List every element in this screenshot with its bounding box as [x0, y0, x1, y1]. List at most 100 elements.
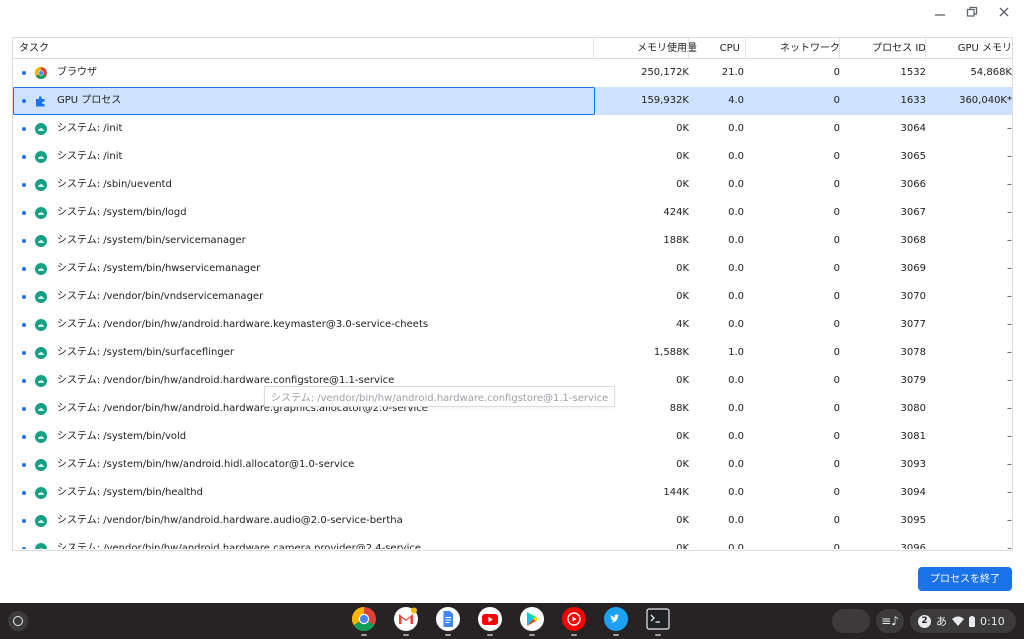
memory-value: 0K [676, 515, 689, 526]
header-network[interactable]: ネットワーク [780, 38, 840, 58]
pid-value: 3078 [900, 347, 926, 358]
status-dot [22, 295, 26, 299]
cpu-value: 0.0 [728, 319, 744, 330]
column-divider [925, 38, 926, 58]
chrome-icon[interactable] [351, 607, 376, 636]
android-icon [35, 543, 47, 549]
header-task[interactable]: タスク [19, 38, 49, 58]
table-row[interactable]: システム: /vendor/bin/vndservicemanager 0K 0.0… [13, 283, 1012, 311]
pid-value: 1633 [900, 95, 926, 106]
terminal-icon[interactable] [646, 607, 670, 636]
task-name: システム: /vendor/bin/hw/android.hardware.ke… [57, 319, 429, 330]
minimize-button[interactable] [932, 4, 948, 20]
task-name: システム: /system/bin/logd [57, 207, 187, 218]
header-cpu[interactable]: CPU [720, 38, 740, 58]
table-row[interactable]: システム: /system/bin/logd 424K 0.0 0 3067 – [13, 199, 1012, 227]
table-row[interactable]: システム: /vendor/bin/hw/android.hardware.au… [13, 507, 1012, 535]
status-dot [22, 407, 26, 411]
holding-space-tray[interactable] [832, 609, 870, 633]
close-button[interactable] [996, 4, 1012, 20]
cpu-value: 0.0 [728, 123, 744, 134]
shelf: ≡♪ 2 あ 0:10 [0, 603, 1024, 639]
android-icon [35, 263, 47, 275]
table-row[interactable]: システム: /vendor/bin/hw/android.hardware.ke… [13, 311, 1012, 339]
task-rows: ブラウザ 250,172K 21.0 0 1532 54,868K GPU プロ… [13, 59, 1012, 549]
network-value: 0 [833, 487, 840, 498]
task-name: システム: /vendor/bin/hw/android.hardware.au… [57, 515, 403, 526]
task-name: システム: /system/bin/vold [57, 431, 187, 442]
pid-value: 3064 [900, 123, 926, 134]
table-row[interactable]: システム: /system/bin/hwservicemanager 0K 0.0 0… [13, 255, 1012, 283]
network-value: 0 [833, 207, 840, 218]
ime-indicator: あ [936, 615, 947, 628]
gpu-memory-value: – [1007, 403, 1012, 414]
twitter-icon[interactable] [604, 607, 628, 636]
network-value: 0 [833, 403, 840, 414]
table-row[interactable]: システム: /system/bin/servicemanager 188K 0.0 0… [13, 227, 1012, 255]
android-icon [35, 459, 47, 471]
memory-value: 0K [676, 123, 689, 134]
gmail-icon[interactable] [394, 607, 418, 636]
launcher-button[interactable] [8, 611, 28, 631]
cpu-value: 0.0 [728, 291, 744, 302]
cpu-value: 1.0 [728, 347, 744, 358]
youtube-music-icon[interactable] [562, 607, 586, 636]
table-row[interactable]: システム: /init 0K 0.0 0 3065 – [13, 143, 1012, 171]
status-dot [22, 351, 26, 355]
table-row[interactable]: システム: /system/bin/healthd 144K 0.0 0 3094 – [13, 479, 1012, 507]
network-value: 0 [833, 123, 840, 134]
restore-button[interactable] [964, 4, 980, 20]
table-row[interactable]: システム: /vendor/bin/hw/android.hardware.ca… [13, 535, 1012, 549]
column-divider [745, 38, 746, 58]
task-name: システム: /vendor/bin/hw/android.hardware.ca… [57, 543, 422, 549]
header-pid[interactable]: プロセス ID [872, 38, 926, 58]
memory-value: 1,588K [653, 347, 689, 358]
status-dot [22, 127, 26, 131]
network-value: 0 [833, 515, 840, 526]
table-row[interactable]: システム: /system/bin/surfaceflinger 1,588K 1.… [13, 339, 1012, 367]
notification-count-badge: 2 [918, 614, 931, 628]
end-process-button[interactable]: プロセスを終了 [918, 567, 1012, 591]
pid-value: 3066 [900, 179, 926, 190]
gpu-memory-value: – [1007, 431, 1012, 442]
memory-value: 250,172K [641, 67, 689, 78]
network-value: 0 [833, 347, 840, 358]
puzzle-icon [36, 96, 45, 107]
pid-value: 3096 [900, 543, 926, 549]
table-row[interactable]: システム: /sbin/ueventd 0K 0.0 0 3066 – [13, 171, 1012, 199]
status-dot [22, 155, 26, 159]
network-value: 0 [833, 179, 840, 190]
memory-value: 188K [663, 235, 689, 246]
table-row[interactable]: システム: /init 0K 0.0 0 3064 – [13, 115, 1012, 143]
table-row[interactable]: ブラウザ 250,172K 21.0 0 1532 54,868K [13, 59, 1012, 87]
memory-value: 0K [676, 291, 689, 302]
status-dot [22, 491, 26, 495]
task-name: システム: /system/bin/surfaceflinger [57, 347, 234, 358]
gpu-memory-value: – [1007, 515, 1012, 526]
playlist-icon[interactable]: ≡♪ [876, 609, 904, 633]
table-row[interactable]: システム: /system/bin/hw/android.hidl.alloca… [13, 451, 1012, 479]
status-area[interactable]: 2 あ 0:10 [910, 609, 1016, 633]
gpu-memory-value: – [1007, 459, 1012, 470]
table-row-selected[interactable]: GPU プロセス 159,932K 4.0 0 1633 360,040K* [13, 87, 1012, 115]
memory-value: 0K [676, 179, 689, 190]
battery-icon [969, 615, 975, 627]
pid-value: 3095 [900, 515, 926, 526]
cpu-value: 0.0 [728, 487, 744, 498]
docs-icon[interactable] [436, 607, 460, 636]
task-name: システム: /system/bin/servicemanager [57, 235, 246, 246]
network-value: 0 [833, 459, 840, 470]
network-value: 0 [833, 431, 840, 442]
play-store-icon[interactable] [520, 607, 544, 636]
table-row[interactable]: システム: /system/bin/vold 0K 0.0 0 3081 – [13, 423, 1012, 451]
gpu-memory-value: – [1007, 235, 1012, 246]
status-dot [22, 183, 26, 187]
gpu-memory-value: – [1007, 179, 1012, 190]
status-dot [22, 99, 26, 103]
cpu-value: 0.0 [728, 151, 744, 162]
header-gpu-memory[interactable]: GPU メモリ [958, 38, 1012, 58]
network-value: 0 [833, 263, 840, 274]
column-divider [593, 38, 594, 58]
youtube-icon[interactable] [478, 607, 502, 636]
memory-value: 88K [669, 403, 689, 414]
